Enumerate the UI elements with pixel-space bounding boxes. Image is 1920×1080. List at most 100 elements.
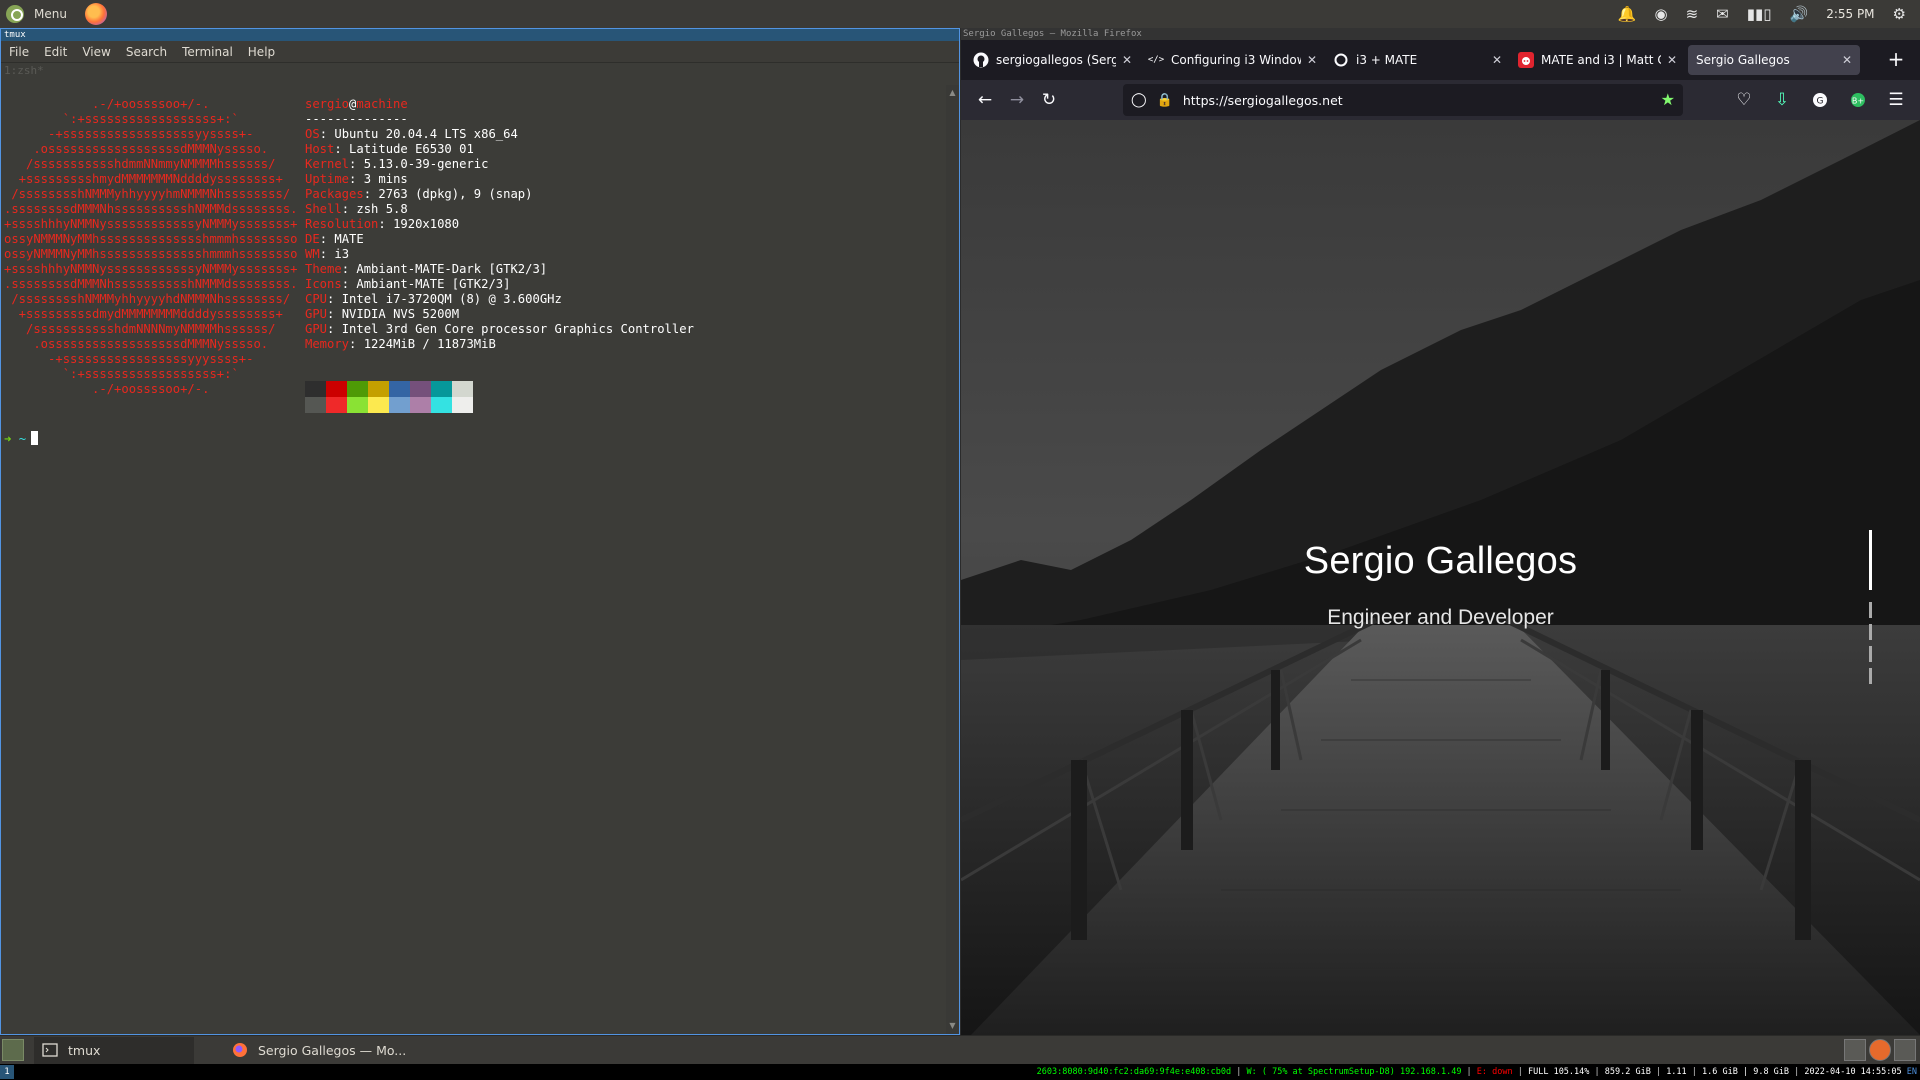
hero-title: Sergio Gallegos xyxy=(1303,540,1578,582)
terminal-output[interactable]: .-/+oossssoo+/-. `:+ssssssssssssssssss+:… xyxy=(1,85,945,1034)
info-key: Memory xyxy=(305,337,350,351)
clock[interactable]: 2:55 PM xyxy=(1826,7,1874,21)
tab-mate-and-i3[interactable]: MATE and i3 | Matt Gree ✕ xyxy=(1510,45,1685,75)
info-line: OS: Ubuntu 20.04.4 LTS x86_64 xyxy=(305,127,694,142)
grammarly-extension-icon[interactable]: G xyxy=(1804,84,1836,116)
info-value: 2763 (dpkg), 9 (snap) xyxy=(378,187,533,201)
tab-close-icon[interactable]: ✕ xyxy=(1667,53,1677,67)
tab-close-icon[interactable]: ✕ xyxy=(1492,53,1502,67)
tab-close-icon[interactable]: ✕ xyxy=(1122,53,1132,67)
tab-github[interactable]: sergiogallegos (Sergio G ✕ xyxy=(965,45,1140,75)
menu-search[interactable]: Search xyxy=(126,45,167,59)
info-value: 3 mins xyxy=(363,172,408,186)
show-desktop-icon[interactable] xyxy=(2,1039,24,1061)
terminal-title-bar[interactable]: tmux xyxy=(1,29,959,41)
firefox-tray-icon[interactable] xyxy=(1869,1039,1891,1061)
ascii-logo-line: .-/+oossssoo+/-. xyxy=(4,97,210,111)
download-icon[interactable]: ⇩ xyxy=(1766,84,1798,116)
info-value: Latitude E6530 01 xyxy=(349,142,474,156)
info-line: Icons: Ambiant-MATE [GTK2/3] xyxy=(305,277,694,292)
info-line: Theme: Ambiant-MATE-Dark [GTK2/3] xyxy=(305,262,694,277)
section-indicator-5[interactable] xyxy=(1869,668,1872,684)
task-tmux[interactable]: tmux xyxy=(34,1036,194,1064)
forward-arrow-icon[interactable]: → xyxy=(1001,84,1033,116)
scroll-down-arrow-icon[interactable]: ▼ xyxy=(946,1020,959,1032)
mail-icon[interactable]: ✉ xyxy=(1716,6,1729,22)
menu-terminal[interactable]: Terminal xyxy=(182,45,233,59)
color-swatch xyxy=(431,397,452,413)
battery-icon[interactable]: ▮▮▯ xyxy=(1747,6,1772,22)
info-line: Resolution: 1920x1080 xyxy=(305,217,694,232)
tab-title: Sergio Gallegos xyxy=(1696,53,1790,67)
info-value: NVIDIA NVS 5200M xyxy=(341,307,460,321)
info-colon: : xyxy=(319,232,335,246)
hostname: machine xyxy=(356,97,408,111)
tab-i3-mate[interactable]: i3 + MATE ✕ xyxy=(1325,45,1510,75)
info-key: CPU xyxy=(305,292,328,306)
workspace-switcher-icon[interactable] xyxy=(1844,1039,1866,1061)
section-indicator-4[interactable] xyxy=(1869,646,1872,662)
new-tab-plus-icon[interactable]: + xyxy=(1882,46,1910,74)
task-firefox[interactable]: Sergio Gallegos — Mo... xyxy=(224,1037,424,1064)
trash-icon[interactable] xyxy=(1894,1039,1916,1061)
firefox-title-bar[interactable]: Sergio Gallegos — Mozilla Firefox xyxy=(961,28,1920,40)
settings-gear-icon[interactable]: ⚙ xyxy=(1893,6,1906,22)
url-text[interactable]: https://sergiogallegos.net xyxy=(1183,93,1343,108)
tab-close-icon[interactable]: ✕ xyxy=(1307,53,1317,67)
menu-file[interactable]: File xyxy=(9,45,29,59)
info-key: Icons xyxy=(305,277,342,291)
ascii-logo-line: -+sssssssssssssssssyyyssss+- xyxy=(4,352,254,366)
info-colon: : xyxy=(378,217,394,231)
tmux-window-label: 1:zsh* xyxy=(4,64,44,77)
desktop: Menu 🔔 ◉ ≋ ✉ ▮▮▯ 🔊 2:55 PM ⚙ tmux File E… xyxy=(0,0,1920,1080)
shell-prompt[interactable]: ➜ ~ xyxy=(4,431,39,447)
nvidia-settings-icon[interactable]: ◉ xyxy=(1654,6,1667,22)
ascii-logo-line: /sssssssshNMMMyhhyyyyhmNMMMNhssssssss/ xyxy=(4,187,291,201)
navigation-toolbar: ← → ↻ ◯ 🔒 https://sergiogallegos.net ★ ♡… xyxy=(961,80,1920,120)
info-colon: : xyxy=(349,157,364,171)
info-line: DE: MATE xyxy=(305,232,694,247)
evernote-extension-icon[interactable]: B+ xyxy=(1842,84,1874,116)
lock-icon[interactable]: 🔒 xyxy=(1157,93,1173,108)
memory-status: 1.6 GiB | 9.8 GiB xyxy=(1702,1067,1790,1077)
reload-icon[interactable]: ↻ xyxy=(1033,84,1065,116)
back-arrow-icon[interactable]: ← xyxy=(969,84,1001,116)
info-value: Intel i7-3720QM (8) @ 3.600GHz xyxy=(341,292,562,306)
workspace-1-button[interactable]: 1 xyxy=(0,1065,14,1079)
tab-title: sergiogallegos (Sergio G xyxy=(996,53,1116,67)
tab-title: i3 + MATE xyxy=(1356,53,1418,67)
ascii-logo-line: .ossssssssssssssssssdMMMNysssso. xyxy=(4,142,269,156)
tracking-shield-icon[interactable]: ◯ xyxy=(1131,92,1147,108)
info-key: Resolution xyxy=(305,217,379,231)
section-indicator-3[interactable] xyxy=(1869,624,1872,640)
pocket-icon[interactable]: ♡ xyxy=(1728,84,1760,116)
info-key: Theme xyxy=(305,262,342,276)
web-page[interactable]: Sergio Gallegos Engineer and Developer xyxy=(961,120,1920,1035)
info-value: 1920x1080 xyxy=(393,217,460,231)
menu-help[interactable]: Help xyxy=(248,45,275,59)
terminal-scrollbar[interactable]: ▲ ▼ xyxy=(946,85,959,1034)
color-swatch xyxy=(305,381,326,397)
tab-configuring-i3[interactable]: </> Configuring i3 Window M ✕ xyxy=(1140,45,1325,75)
tab-sergio-gallegos[interactable]: Sergio Gallegos ✕ xyxy=(1688,45,1860,75)
main-menu-button[interactable]: Menu xyxy=(0,0,75,28)
wifi-icon[interactable]: ≋ xyxy=(1686,6,1699,22)
section-indicator-1[interactable] xyxy=(1869,530,1872,590)
info-colon: : xyxy=(349,337,364,351)
menu-view[interactable]: View xyxy=(82,45,110,59)
menu-edit[interactable]: Edit xyxy=(44,45,67,59)
notification-bell-icon[interactable]: 🔔 xyxy=(1618,6,1637,22)
firefox-launcher-icon[interactable] xyxy=(84,3,107,25)
tab-title: MATE and i3 | Matt Gree xyxy=(1541,53,1661,67)
bookmark-star-icon[interactable]: ★ xyxy=(1661,90,1675,109)
bottom-taskbar: tmux Sergio Gallegos — Mo... xyxy=(0,1035,1920,1064)
hamburger-menu-icon[interactable]: ☰ xyxy=(1880,84,1912,116)
volume-icon[interactable]: 🔊 xyxy=(1790,6,1809,22)
scroll-up-arrow-icon[interactable]: ▲ xyxy=(946,87,959,99)
info-key: Shell xyxy=(305,202,342,216)
tab-close-icon[interactable]: ✕ xyxy=(1842,53,1852,67)
task-label: Sergio Gallegos — Mo... xyxy=(258,1042,407,1058)
section-indicator-2[interactable] xyxy=(1869,602,1872,618)
ubuntu-ascii-logo: .-/+oossssoo+/-. `:+ssssssssssssssssss+:… xyxy=(4,97,298,397)
url-bar[interactable]: ◯ 🔒 https://sergiogallegos.net ★ xyxy=(1123,84,1683,116)
